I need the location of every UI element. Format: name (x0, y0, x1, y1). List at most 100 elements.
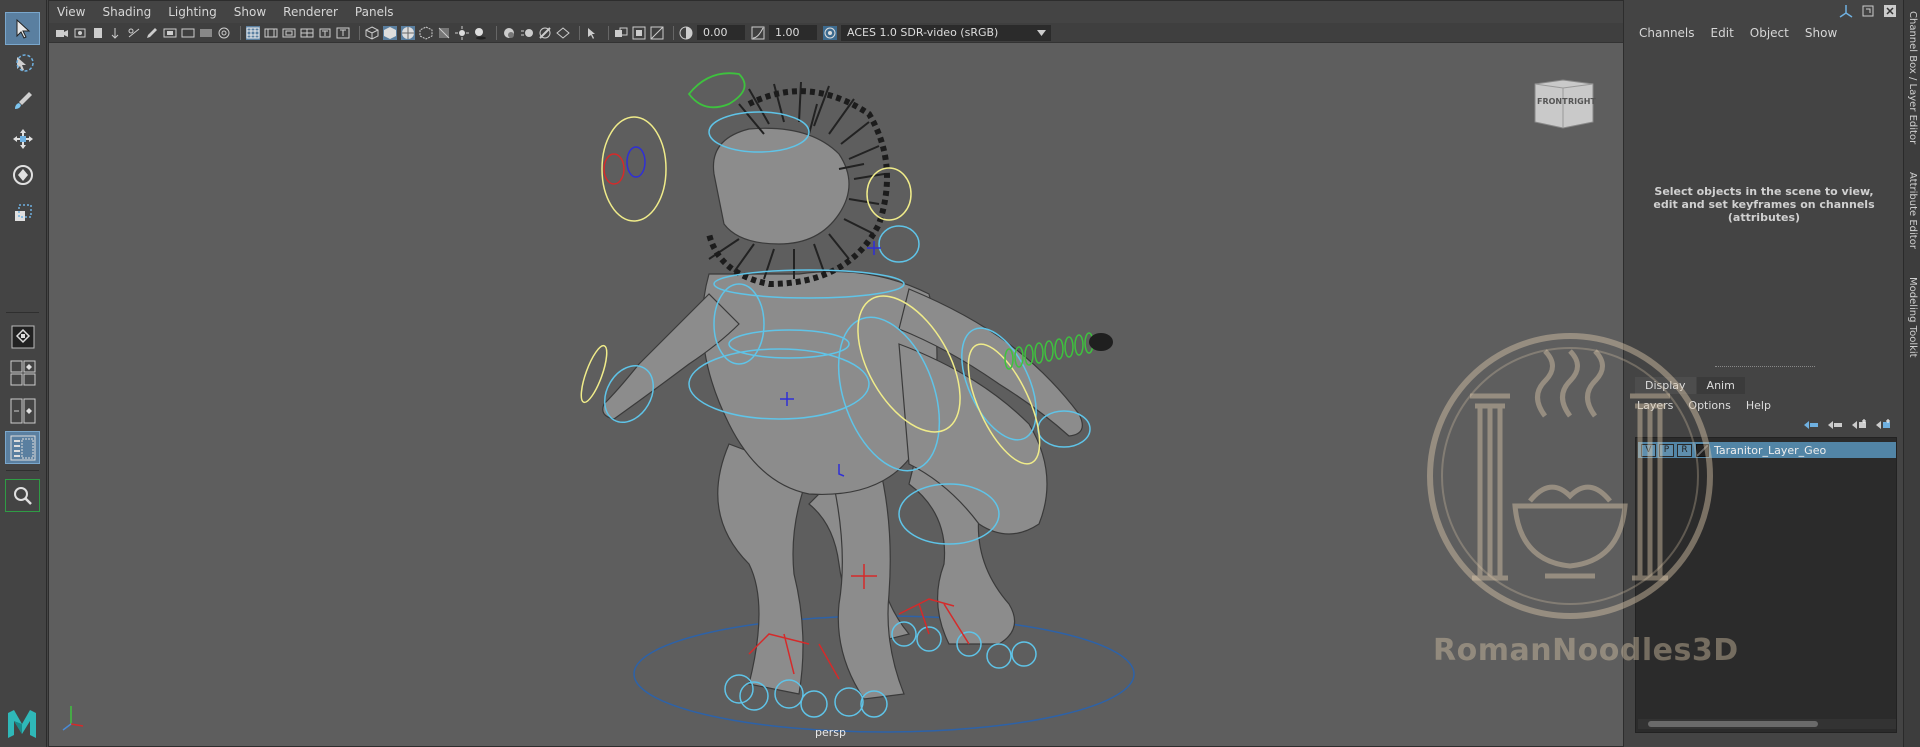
anti-aliasing-icon[interactable] (538, 26, 552, 40)
menu-layers[interactable]: Layers (1637, 399, 1673, 412)
color-space-dropdown[interactable]: ACES 1.0 SDR-video (sRGB) (841, 24, 1051, 41)
lasso-tool-button[interactable] (5, 48, 40, 81)
grid-icon[interactable] (246, 25, 260, 40)
menu-show[interactable]: Show (234, 5, 266, 19)
viewport-menubar: View Shading Lighting Show Renderer Pane… (49, 1, 1623, 23)
wireframe-icon[interactable] (365, 25, 379, 40)
grease-pencil-icon[interactable] (145, 26, 159, 40)
color-management-icon[interactable] (823, 25, 837, 40)
safe-action-icon[interactable] (282, 26, 296, 40)
two-pane-layout-button[interactable] (5, 394, 40, 427)
layer-editor-toolbar (1803, 419, 1891, 431)
shadows-icon[interactable] (473, 26, 487, 40)
tab-display[interactable]: Display (1635, 377, 1696, 394)
xray-active-icon[interactable] (632, 26, 646, 40)
gate-mask-icon[interactable] (199, 26, 213, 40)
single-pane-layout-button[interactable] (5, 320, 40, 353)
film-gate-icon[interactable] (163, 26, 177, 40)
image-plane-icon[interactable] (109, 26, 123, 40)
camera-attributes-icon[interactable] (73, 26, 87, 40)
move-manipulator-icon[interactable] (1839, 4, 1853, 18)
ambient-occlusion-icon[interactable] (502, 26, 516, 40)
menu-panels[interactable]: Panels (355, 5, 394, 19)
viewcube-front-label[interactable]: FRONT (1537, 97, 1568, 106)
layer-visibility-toggle[interactable]: V (1641, 443, 1656, 457)
menu-object[interactable]: Object (1750, 26, 1789, 40)
lights-icon[interactable] (455, 25, 469, 40)
four-pane-layout-button[interactable] (5, 356, 40, 389)
viewport-scene[interactable] (49, 44, 1625, 746)
paint-select-tool-button[interactable] (5, 84, 40, 117)
new-empty-layer-icon[interactable] (1851, 419, 1867, 431)
bookmark-icon[interactable] (91, 26, 105, 40)
lasso-icon (15, 53, 34, 72)
overscan-icon[interactable] (318, 26, 332, 40)
viewcube[interactable]: FRONT RIGHT (1531, 78, 1596, 134)
outliner-layout-button[interactable] (5, 431, 40, 464)
field-chart-icon[interactable] (217, 26, 231, 40)
two-pane-icon (10, 398, 35, 423)
maya-logo-icon (8, 710, 36, 738)
tab-anim[interactable]: Anim (1696, 377, 1745, 394)
tab-attribute-editor[interactable]: Attribute Editor (1904, 165, 1920, 255)
menu-options[interactable]: Options (1688, 399, 1730, 412)
layer-reference-toggle[interactable]: R (1677, 443, 1692, 457)
menu-lighting[interactable]: Lighting (168, 5, 217, 19)
restore-icon[interactable] (1861, 4, 1875, 18)
smooth-shade-icon[interactable] (383, 25, 397, 40)
camera-icon[interactable] (55, 26, 69, 40)
2d-pan-zoom-icon[interactable] (127, 26, 141, 40)
layer-editor-tabs: Display Anim (1635, 377, 1746, 394)
menu-view[interactable]: View (57, 5, 85, 19)
close-icon[interactable] (1883, 4, 1897, 18)
menu-edit[interactable]: Edit (1711, 26, 1734, 40)
new-layer-from-selection-icon[interactable] (1875, 419, 1891, 431)
xray-joints-icon[interactable] (614, 26, 628, 40)
select-tool-button[interactable] (5, 12, 40, 45)
resolution-gate-icon[interactable] (181, 26, 195, 40)
exposure-field[interactable]: 0.00 (697, 25, 745, 40)
channel-box-menubar: Channels Edit Object Show (1639, 26, 1837, 40)
toolbox (0, 0, 47, 747)
motion-blur-icon[interactable] (520, 26, 534, 40)
panel-splitter[interactable] (1715, 366, 1815, 367)
creature-mesh (602, 127, 1083, 700)
viewport-panel: View Shading Lighting Show Renderer Pane… (48, 0, 1624, 747)
side-tabs: Channel Box / Layer Editor Attribute Edi… (1903, 0, 1920, 747)
safe-title-icon[interactable] (300, 26, 314, 40)
textured-icon[interactable] (437, 26, 451, 40)
menu-renderer[interactable]: Renderer (283, 5, 338, 19)
rotate-tool-button[interactable] (5, 158, 40, 191)
menu-show-channels[interactable]: Show (1805, 26, 1837, 40)
viewcube-right-label[interactable]: RIGHT (1568, 97, 1596, 106)
search-tool-button[interactable] (5, 479, 40, 512)
tab-modeling-toolkit[interactable]: Modeling Toolkit (1904, 270, 1920, 365)
move-tool-button[interactable] (5, 122, 40, 155)
menu-help[interactable]: Help (1746, 399, 1771, 412)
layer-row[interactable]: V P R Taranitor_Layer_Geo (1638, 442, 1896, 458)
xray-icon[interactable] (419, 25, 433, 40)
wireframe-on-shaded-icon[interactable] (401, 25, 415, 40)
gamma-icon[interactable] (751, 26, 765, 40)
layer-list-scrollbar[interactable] (1638, 719, 1896, 729)
layer-name[interactable]: Taranitor_Layer_Geo (1714, 444, 1826, 457)
text-icon[interactable] (336, 26, 350, 40)
exposure-icon[interactable] (679, 26, 693, 40)
scale-tool-button[interactable] (5, 196, 40, 229)
gamma-field[interactable]: 1.00 (769, 25, 817, 40)
isolate-select-icon[interactable] (585, 26, 599, 40)
menu-shading[interactable]: Shading (102, 5, 151, 19)
film-strip-icon[interactable] (264, 26, 278, 40)
chevron-down-icon (1037, 29, 1046, 36)
backface-culling-icon[interactable] (650, 26, 664, 40)
move-layer-up-icon[interactable] (1803, 419, 1819, 431)
scrollbar-thumb[interactable] (1648, 721, 1818, 727)
viewport-toolbar: 0.00 1.00 ACES 1.0 SDR-video (sRGB) (49, 23, 1623, 43)
menu-channels[interactable]: Channels (1639, 26, 1695, 40)
layer-color-swatch[interactable] (1696, 443, 1709, 457)
layer-playback-toggle[interactable]: P (1659, 443, 1674, 457)
color-space-value: ACES 1.0 SDR-video (sRGB) (847, 25, 999, 39)
depth-of-field-icon[interactable] (556, 26, 570, 40)
tab-channel-box-layer-editor[interactable]: Channel Box / Layer Editor (1904, 8, 1920, 148)
move-layer-down-icon[interactable] (1827, 419, 1843, 431)
